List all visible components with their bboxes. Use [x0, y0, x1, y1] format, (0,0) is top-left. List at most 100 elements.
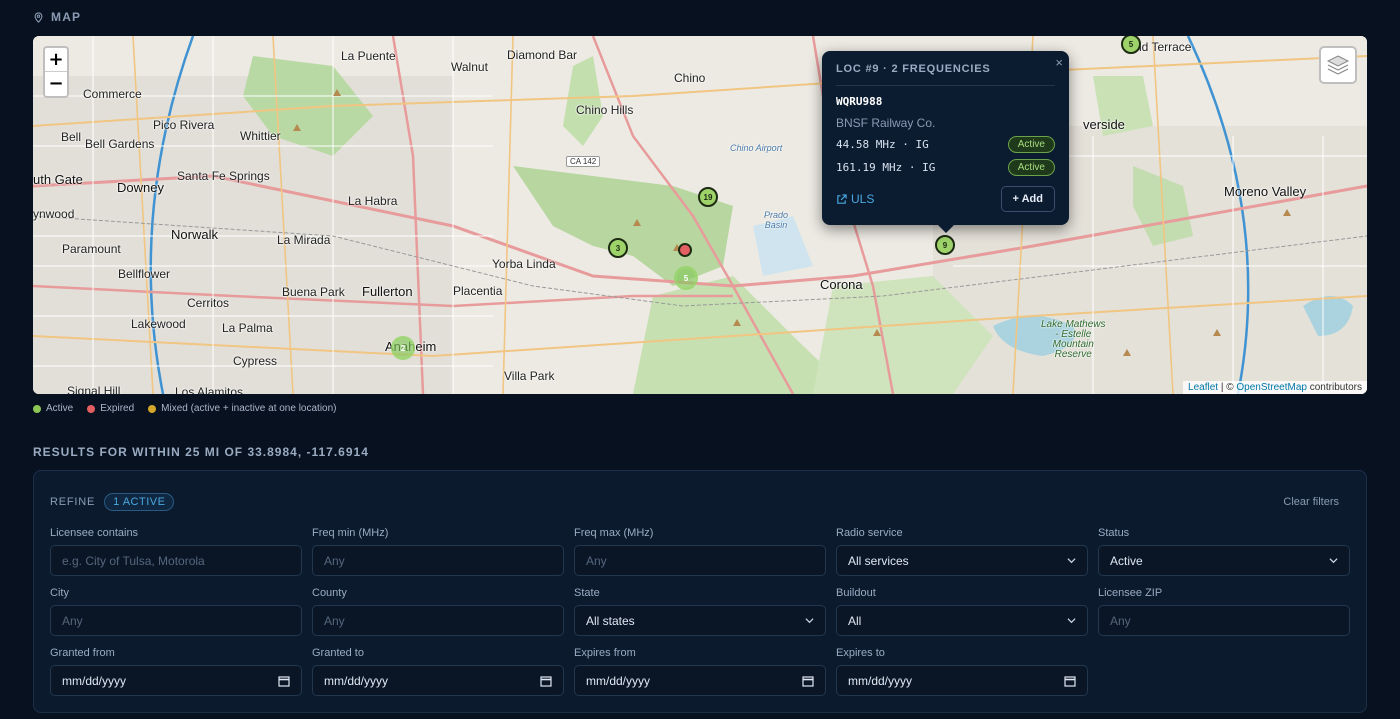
popup-close-button[interactable]: ×	[1055, 55, 1063, 70]
attribution-separator: | ©	[1218, 382, 1237, 393]
zip-input[interactable]: Any	[1098, 605, 1350, 636]
popup-callsign: WQRU988	[836, 95, 883, 108]
map-label-prado-basin: Prado Basin	[764, 210, 789, 230]
freq-min-input[interactable]: Any	[312, 545, 564, 576]
attribution-contributors: contributors	[1306, 382, 1362, 393]
osm-link[interactable]: OpenStreetMap	[1236, 382, 1307, 393]
map-label-south-gate: uth Gate	[33, 172, 83, 187]
map-marker-cluster[interactable]: 2	[391, 336, 415, 360]
map-label-bell-gardens: Bell Gardens	[85, 137, 155, 151]
frequency-value: 161.19 MHz · IG	[836, 161, 936, 174]
map-label-norwalk: Norwalk	[171, 227, 218, 242]
freq-min-label: Freq min (MHz)	[312, 527, 389, 539]
licensee-label: Licensee contains	[50, 527, 139, 539]
map-label-signal-hill: Signal Hill	[67, 384, 121, 394]
uls-label: ULS	[851, 192, 875, 206]
map-label-corona: Corona	[820, 277, 863, 292]
map-label-la-palma: La Palma	[222, 321, 273, 335]
granted-from-date-input[interactable]: mm/dd/yyyy	[50, 665, 302, 696]
map-marker-cluster[interactable]: 19	[698, 187, 718, 207]
expires-from-date-input[interactable]: mm/dd/yyyy	[574, 665, 826, 696]
layers-button[interactable]	[1319, 46, 1357, 84]
buildout-label: Buildout	[836, 587, 876, 599]
map-label-villa-park: Villa Park	[504, 369, 555, 383]
status-badge: Active	[1007, 159, 1055, 176]
map-marker-cluster[interactable]: 5	[674, 266, 698, 290]
zoom-out-button[interactable]: −	[45, 72, 67, 96]
add-button[interactable]: + Add	[1000, 186, 1055, 212]
granted-from-label: Granted from	[50, 647, 115, 659]
chevron-down-icon	[1067, 618, 1076, 624]
status-select[interactable]: Active	[1098, 545, 1350, 576]
map-label-commerce: Commerce	[83, 87, 142, 101]
status-badge: Active	[1007, 136, 1055, 153]
map-label-chino-hills: Chino Hills	[576, 103, 634, 117]
calendar-icon[interactable]	[540, 675, 552, 687]
granted-to-value: mm/dd/yyyy	[324, 673, 389, 688]
state-value: All states	[586, 613, 635, 628]
map-label-la-mirada: La Mirada	[277, 233, 331, 247]
refine-panel: REFINE 1 ACTIVE Clear filters Licensee c…	[33, 470, 1367, 713]
map-label-moreno-valley: Moreno Valley	[1224, 184, 1307, 199]
calendar-icon[interactable]	[278, 675, 290, 687]
map-marker-selected[interactable]: 9	[935, 235, 955, 255]
calendar-icon[interactable]	[802, 675, 814, 687]
county-input[interactable]: Any	[312, 605, 564, 636]
city-input[interactable]: Any	[50, 605, 302, 636]
state-select[interactable]: All states	[574, 605, 826, 636]
expires-from-value: mm/dd/yyyy	[586, 673, 651, 688]
licensee-input[interactable]: e.g. City of Tulsa, Motorola	[50, 545, 302, 576]
expires-to-label: Expires to	[836, 647, 885, 659]
map-label-los-alamitos: Los Alamitos	[175, 385, 244, 394]
state-label: State	[574, 587, 600, 599]
map-label-whittier: Whittier	[240, 129, 281, 143]
add-label: Add	[1021, 193, 1043, 205]
buildout-select[interactable]: All	[836, 605, 1088, 636]
map-label-grand-terrace: nd Terrace	[1135, 40, 1192, 54]
city-label: City	[50, 587, 69, 599]
map-label-yorba-linda: Yorba Linda	[492, 257, 556, 271]
legend-item: Active	[33, 403, 73, 414]
map-marker-cluster[interactable]: 3	[608, 238, 628, 258]
location-popup: × LOC #9 · 2 FREQUENCIES WQRU988 BNSF Ra…	[822, 51, 1069, 233]
map-marker-expired[interactable]	[678, 243, 692, 257]
map-label-downey: Downey	[117, 180, 164, 195]
map-label-bellflower: Bellflower	[118, 267, 171, 281]
zoom-in-button[interactable]: +	[45, 48, 67, 72]
map-label-paramount: Paramount	[62, 242, 121, 256]
map-view[interactable]: La Puente Walnut Diamond Bar Chino Chino…	[33, 36, 1367, 394]
map-label-lakewood: Lakewood	[131, 317, 186, 331]
zoom-control: + −	[43, 46, 69, 98]
status-label: Status	[1098, 527, 1130, 539]
calendar-icon[interactable]	[1064, 675, 1076, 687]
map-label-pico-rivera: Pico Rivera	[153, 118, 215, 132]
expires-to-date-input[interactable]: mm/dd/yyyy	[836, 665, 1088, 696]
refine-label: REFINE	[50, 496, 96, 508]
chevron-down-icon	[1329, 558, 1338, 564]
map-section-label: MAP	[33, 10, 81, 24]
location-pin-icon	[34, 11, 43, 23]
external-link-icon	[837, 193, 847, 204]
state-field: State All states	[574, 587, 826, 636]
map-label-walnut: Walnut	[451, 60, 488, 74]
map-label-bell: Bell	[61, 130, 82, 144]
buildout-field: Buildout All	[836, 587, 1088, 636]
uls-link[interactable]: ULS	[836, 192, 874, 206]
freq-max-field: Freq max (MHz) Any	[574, 527, 826, 576]
granted-to-field: Granted to mm/dd/yyyy	[312, 647, 564, 696]
granted-to-date-input[interactable]: mm/dd/yyyy	[312, 665, 564, 696]
zip-label: Licensee ZIP	[1098, 587, 1163, 599]
legend-item: Expired	[87, 403, 134, 414]
status-value: Active	[1110, 553, 1143, 568]
freq-max-input[interactable]: Any	[574, 545, 826, 576]
expires-from-field: Expires from mm/dd/yyyy	[574, 647, 826, 696]
expires-to-value: mm/dd/yyyy	[848, 673, 913, 688]
radio-service-select[interactable]: All services	[836, 545, 1088, 576]
clear-filters-button[interactable]: Clear filters	[1283, 496, 1339, 508]
granted-from-value: mm/dd/yyyy	[62, 673, 127, 688]
map-attribution: Leaflet | © OpenStreetMap contributors	[1183, 381, 1367, 394]
radio-service-label: Radio service	[836, 527, 903, 539]
leaflet-link[interactable]: Leaflet	[1188, 382, 1218, 393]
plus-icon: +	[1012, 193, 1019, 205]
frequency-row: 44.58 MHz · IG Active	[836, 136, 1055, 153]
